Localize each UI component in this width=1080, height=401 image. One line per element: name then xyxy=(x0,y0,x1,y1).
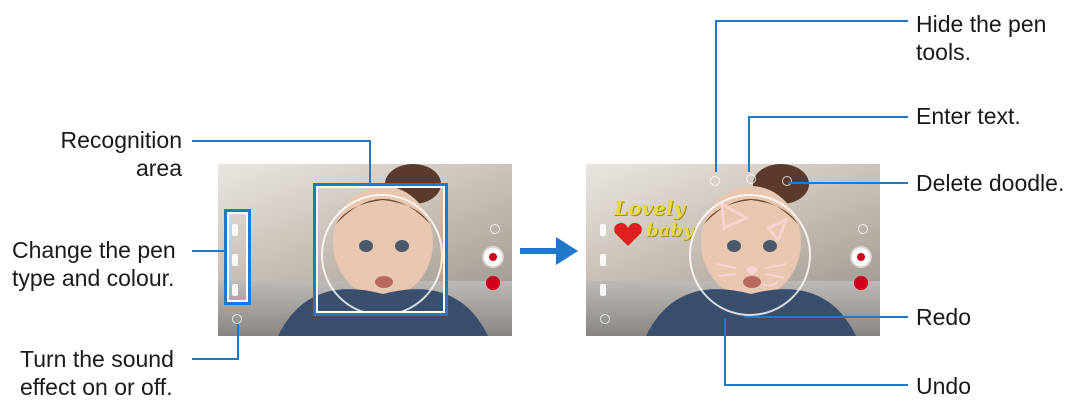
effects-icon[interactable] xyxy=(854,276,868,290)
callout-line-recognition xyxy=(192,140,370,142)
heart-icon xyxy=(614,222,642,246)
recognition-area-label-line1: Recognition xyxy=(60,127,182,153)
callout-line-redo xyxy=(744,316,908,318)
hide-pen-tools-icon[interactable] xyxy=(710,176,720,186)
doodle-word-baby: baby xyxy=(646,220,694,241)
callout-line-recognition-v xyxy=(369,140,371,184)
record-button-icon[interactable] xyxy=(484,248,502,266)
pen-icon[interactable] xyxy=(600,224,606,236)
recognition-area-label-line2: area xyxy=(135,155,182,181)
camera-preview-right: Lovely baby xyxy=(586,164,880,336)
doodle-word-lovely: Lovely xyxy=(614,196,685,220)
pen-tools-highlight-inner xyxy=(227,212,248,302)
callout-line-enter-text-h xyxy=(748,116,908,118)
callout-line-undo-h xyxy=(724,384,908,386)
callout-line-undo-v xyxy=(724,318,726,386)
callout-line-enter-text-v xyxy=(748,116,750,172)
settings-dot-icon[interactable] xyxy=(858,224,868,234)
arrow-right-icon xyxy=(520,237,578,265)
callout-line-change-pen xyxy=(192,250,224,252)
hide-pen-tools-label-line2: tools. xyxy=(916,39,971,65)
enter-text-label: Enter text. xyxy=(916,103,1021,129)
sound-effect-label: Turn the sound effect on or off. xyxy=(20,345,174,401)
callout-line-hide-pen-h xyxy=(716,20,908,22)
delete-doodle-label: Delete doodle. xyxy=(916,170,1065,196)
settings-dot-icon[interactable] xyxy=(490,224,500,234)
recognition-area-box-inner xyxy=(316,186,445,313)
pen-icon[interactable] xyxy=(600,284,606,296)
callout-line-delete-doodle xyxy=(788,182,908,184)
sound-toggle-icon[interactable] xyxy=(232,314,242,324)
sound-toggle-icon[interactable] xyxy=(600,314,610,324)
enter-text-icon[interactable] xyxy=(746,174,756,184)
change-pen-label-line1: Change the pen xyxy=(12,237,176,263)
change-pen-label-line2: type and colour. xyxy=(12,265,175,291)
hide-pen-tools-label: Hide the pen tools. xyxy=(916,10,1046,66)
hide-pen-tools-label-line1: Hide the pen xyxy=(916,11,1047,37)
sound-effect-label-line2: effect on or off. xyxy=(20,374,173,400)
callout-line-hide-pen-v xyxy=(715,20,717,172)
change-pen-label: Change the pen type and colour. xyxy=(12,236,176,292)
effects-icon[interactable] xyxy=(486,276,500,290)
redo-label: Redo xyxy=(916,304,971,330)
delete-doodle-icon[interactable] xyxy=(782,176,792,186)
record-button-icon[interactable] xyxy=(852,248,870,266)
sound-effect-label-line1: Turn the sound xyxy=(20,346,174,372)
undo-label: Undo xyxy=(916,373,971,399)
face-recognition-circle xyxy=(689,194,811,316)
pen-icon[interactable] xyxy=(600,254,606,266)
callout-line-sound-v xyxy=(237,324,239,360)
recognition-area-label: Recognition area xyxy=(40,126,182,182)
callout-line-sound-h xyxy=(192,358,238,360)
